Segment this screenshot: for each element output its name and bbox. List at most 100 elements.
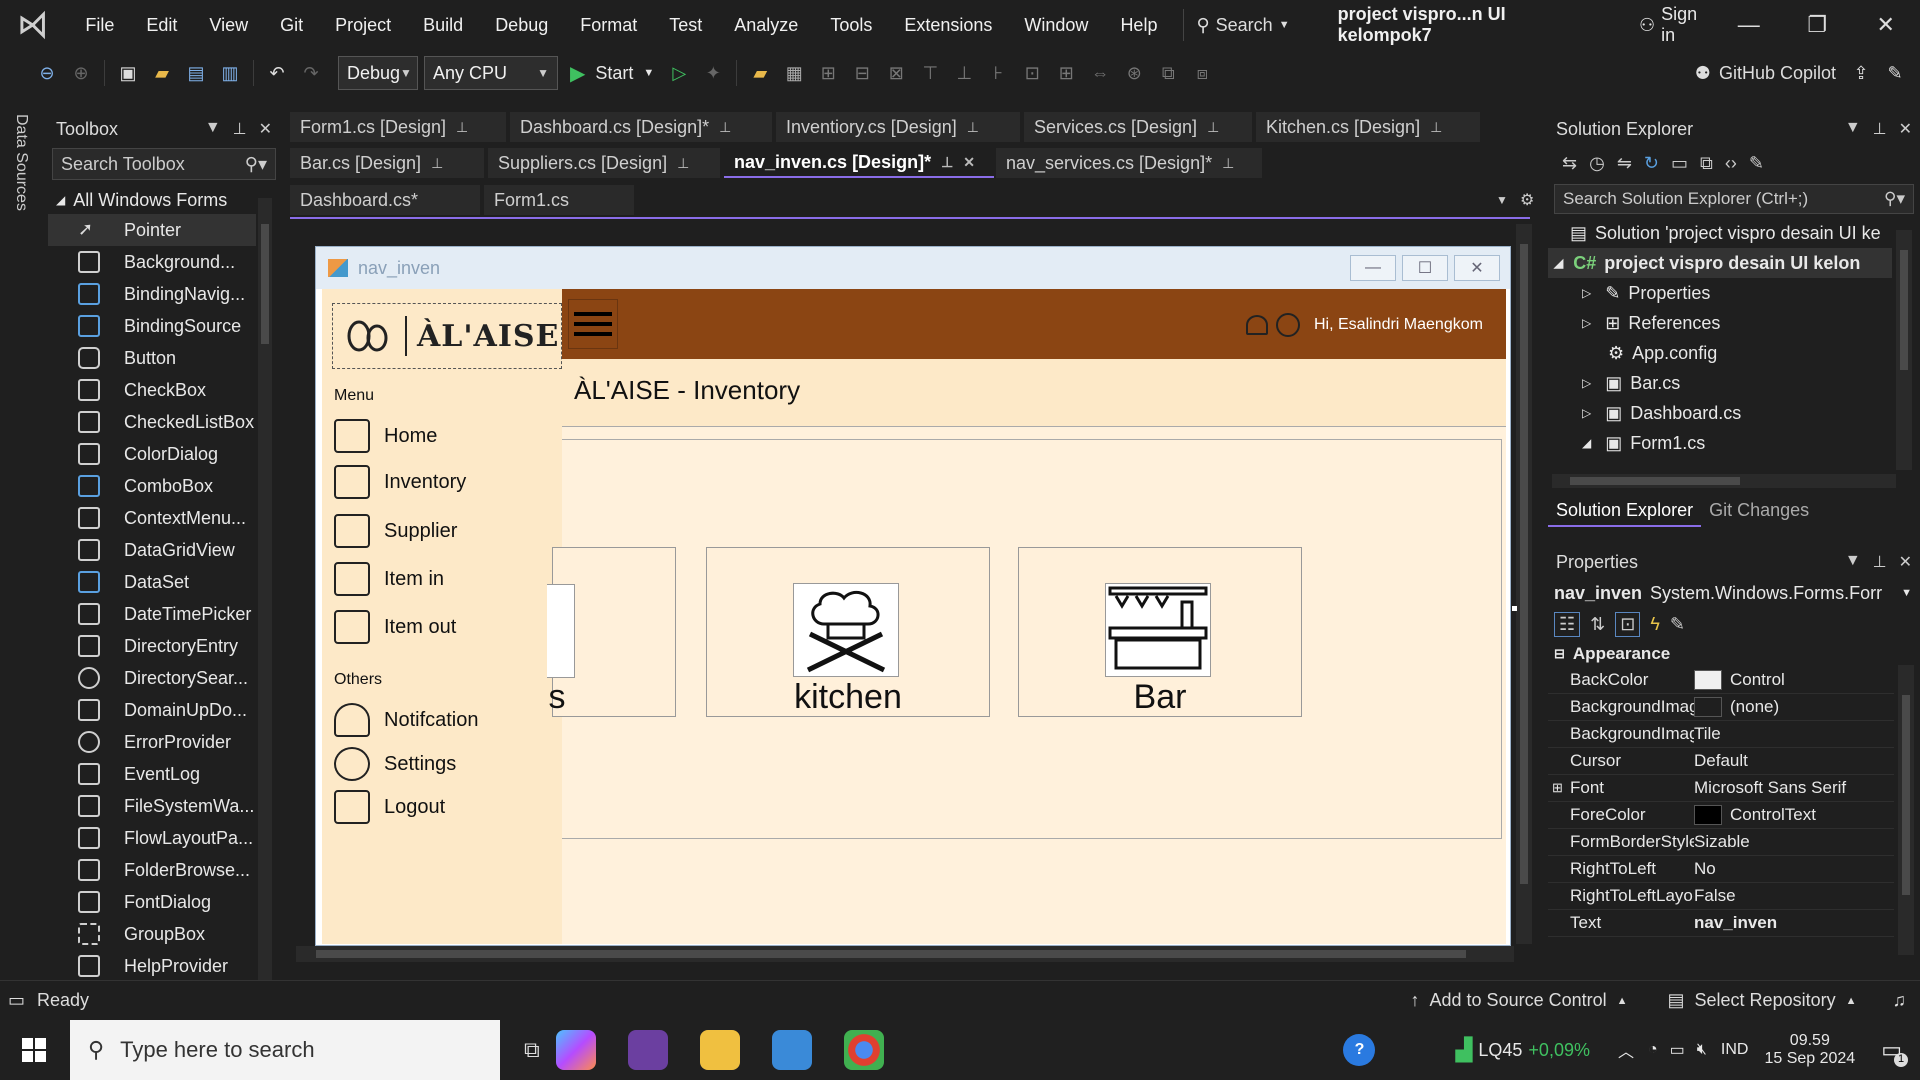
restore-button[interactable]: ❐ [1783,12,1852,38]
menu-git[interactable]: Git [264,15,319,36]
notification-output-icon[interactable]: ▭ [8,990,25,1011]
minimize-button[interactable]: — [1714,12,1783,38]
tree-item-app-config[interactable]: ⚙ App.config [1548,338,1892,368]
close-button[interactable]: ✕ [1851,12,1920,38]
bar-card[interactable]: Bar [1018,547,1302,717]
copilot-app-icon[interactable] [555,1030,596,1070]
pin-icon[interactable]: ⊥ [233,119,247,139]
tree-item-form1-cs[interactable]: ◢ ▣ Form1.cs [1548,428,1892,458]
alphabetical-icon[interactable]: ⇅ [1590,614,1605,635]
pin-icon[interactable]: ⊥ [967,119,979,136]
pin-icon[interactable]: ⊥ [1430,119,1442,136]
property-row[interactable]: Cursor Default [1548,748,1894,775]
resize-handle[interactable] [1512,606,1517,611]
toolbox-item[interactable]: ➚ Pointer [48,214,256,246]
properties-icon[interactable]: ⊡ [1615,611,1641,637]
align-top-icon[interactable]: ⊤ [919,62,941,84]
sync-icon[interactable]: ⇋ [1617,153,1632,174]
menu-analyze[interactable]: Analyze [718,15,814,36]
toolbox-item[interactable]: DataSet [48,566,256,598]
tab-nav-services-design[interactable]: nav_services.cs [Design]* ⊥ [996,148,1262,178]
file-explorer-app-icon[interactable] [699,1030,740,1070]
battery-icon[interactable]: ▭ [1670,1040,1685,1060]
notifications-bell-icon[interactable]: ♫ [1893,990,1907,1011]
pin-icon[interactable]: ⊥ [1222,155,1234,172]
input-language[interactable]: IND [1721,1041,1749,1059]
save-icon[interactable]: ▤ [185,62,207,84]
toolbox-item[interactable]: DataGridView [48,534,256,566]
menu-format[interactable]: Format [564,15,653,36]
menu-help[interactable]: Help [1104,15,1173,36]
toolbox-item[interactable]: GroupBox [48,918,256,950]
pin-icon[interactable]: ⊥ [941,154,953,171]
send-back-icon[interactable]: ⧈ [1191,62,1213,84]
toolbox-item[interactable]: ErrorProvider [48,726,256,758]
align-right-icon[interactable]: ⊠ [885,62,907,84]
tab-bar-design[interactable]: Bar.cs [Design] ⊥ [290,148,484,178]
chrome-app-icon[interactable] [843,1030,884,1070]
forward-icon[interactable]: ⊕ [70,62,92,84]
property-row[interactable]: FormBorderStyle Sizable [1548,829,1894,856]
close-icon[interactable]: ✕ [259,119,272,139]
hamburger-menu-button[interactable] [568,299,618,349]
pin-icon[interactable]: ⊥ [719,119,731,136]
redo-icon[interactable]: ↷ [300,62,322,84]
history-icon[interactable]: ◷ [1589,153,1605,174]
scrollbar-thumb[interactable] [1902,695,1910,895]
solution-explorer-search-input[interactable]: Search Solution Explorer (Ctrl+;) ⚲▾ [1554,184,1914,214]
tree-item-solution[interactable]: ▤ Solution 'project vispro desain UI ke [1548,218,1892,248]
nav-item-out[interactable]: Item out [334,610,456,644]
align-bottom-icon[interactable]: ⊦ [987,62,1009,84]
visual-studio-app-icon[interactable] [627,1030,668,1070]
form-close-button[interactable]: ✕ [1454,255,1500,281]
services-card[interactable]: s [547,547,676,717]
property-row[interactable]: ⊞ Font Microsoft Sans Serif [1548,775,1894,802]
menu-window[interactable]: Window [1008,15,1104,36]
global-search-button[interactable]: ⚲ Search ▼ [1183,9,1301,41]
dropdown-icon[interactable]: ▼ [1845,552,1861,572]
nav-item-in[interactable]: Item in [334,562,444,596]
tab-git-changes[interactable]: Git Changes [1701,496,1817,527]
refresh-icon[interactable]: ↻ [1644,153,1659,174]
taskbar-search-input[interactable]: ⚲ Type here to search [70,1020,500,1080]
property-row[interactable]: RightToLeftLayout False [1548,883,1894,910]
dropdown-icon[interactable]: ▼ [205,119,221,139]
feedback-icon[interactable]: ✎ [1884,62,1906,84]
data-sources-tab[interactable]: Data Sources [12,114,30,211]
notification-center-icon[interactable]: ▭ 1 [1881,1037,1908,1067]
folder-icon[interactable]: ▰ [749,62,771,84]
scrollbar-thumb[interactable] [1900,250,1908,370]
menu-file[interactable]: File [69,15,130,36]
tab-inventiory-design[interactable]: Inventiory.cs [Design] ⊥ [776,112,1020,142]
property-row[interactable]: RightToLeft No [1548,856,1894,883]
tab-overflow-icon[interactable]: ▼ [1496,193,1508,207]
toolbox-item[interactable]: DirectorySear... [48,662,256,694]
user-icon[interactable] [1276,313,1300,337]
add-to-source-control-button[interactable]: ↑ Add to Source Control ▲ [1411,990,1628,1011]
menu-edit[interactable]: Edit [130,15,193,36]
caret-up-icon[interactable]: ︿ [1618,1038,1634,1062]
start-button[interactable]: ▶ Start ▼ [570,61,654,86]
tab-dashboard-code[interactable]: Dashboard.cs* [290,185,480,215]
close-icon[interactable]: ✕ [1899,119,1912,139]
toolbox-item[interactable]: FolderBrowse... [48,854,256,886]
tree-item-dashboard-cs[interactable]: ▷ ▣ Dashboard.cs [1548,398,1892,428]
toolbox-item[interactable]: DirectoryEntry [48,630,256,662]
designer-vscroll[interactable] [1516,224,1532,944]
switch-views-icon[interactable]: ⇆ [1562,153,1577,174]
close-icon[interactable]: ✕ [963,154,975,171]
tab-services-design[interactable]: Services.cs [Design] ⊥ [1024,112,1252,142]
configuration-select[interactable]: Debug ▼ [338,56,418,90]
pin-icon[interactable]: ⊥ [456,119,468,136]
object-selector[interactable]: nav_inven System.Windows.Forms.Forr ▼ [1548,579,1920,607]
wrench-icon[interactable]: ✎ [1749,153,1764,174]
tab-form1-code[interactable]: Form1.cs [484,185,634,215]
tab-kitchen-design[interactable]: Kitchen.cs [Design] ⊥ [1256,112,1480,142]
select-repository-button[interactable]: ▤ Select Repository ▲ [1668,990,1857,1011]
scrollbar-thumb[interactable] [316,950,1466,958]
categorized-icon[interactable]: ☷ [1554,611,1581,637]
clock[interactable]: 09.59 15 Sep 2024 [1764,1032,1855,1068]
tab-nav-inven-design[interactable]: nav_inven.cs [Design]* ⊥ ✕ [724,148,994,178]
menu-extensions[interactable]: Extensions [888,15,1008,36]
pin-icon[interactable]: ⊥ [1873,552,1887,572]
